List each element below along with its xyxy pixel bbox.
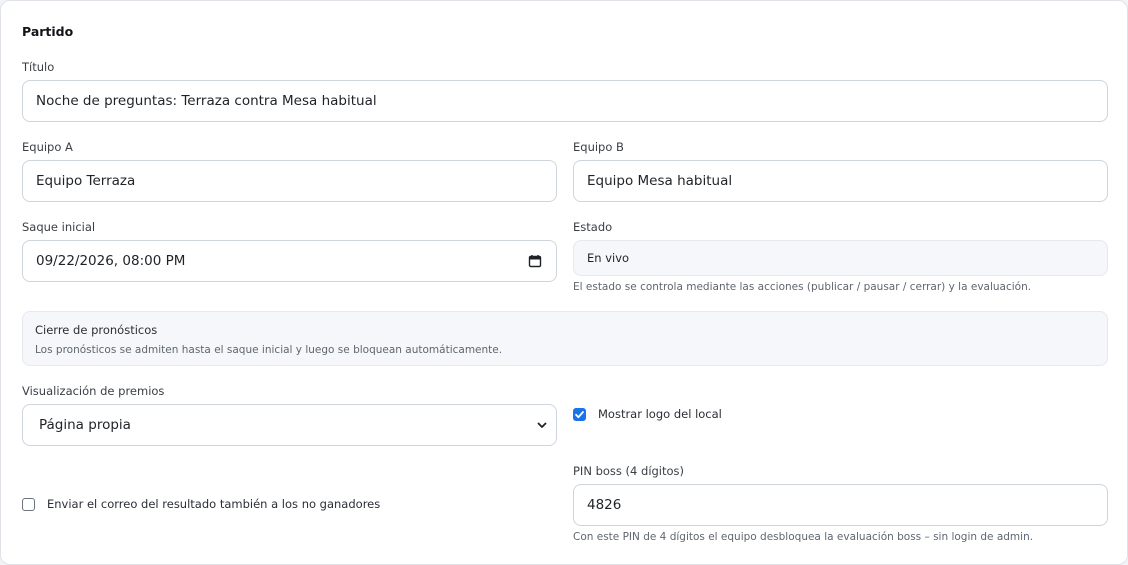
send-email-checkbox[interactable] (22, 497, 35, 511)
team-a-input[interactable]: Equipo Terraza (22, 160, 557, 202)
prize-display-select[interactable]: Página propia (22, 404, 557, 446)
title-label: Título (22, 60, 55, 74)
prediction-cutoff-box: Cierre de pronósticos Los pronósticos se… (22, 311, 1108, 366)
team-b-label: Equipo B (573, 140, 624, 154)
title-input-value: Noche de preguntas: Terraza contra Mesa … (36, 93, 377, 109)
team-a-label: Equipo A (22, 140, 73, 154)
match-form-card: Partido Título Noche de preguntas: Terra… (0, 0, 1128, 565)
pin-label: PIN boss (4 dígitos) (573, 464, 685, 478)
team-b-input[interactable]: Equipo Mesa habitual (573, 160, 1108, 202)
pin-input[interactable]: 4826 (573, 484, 1108, 526)
kickoff-datetime-input[interactable]: 09/22/2026, 08:00 PM (22, 240, 557, 282)
status-field: En vivo (573, 240, 1108, 276)
send-email-label: Enviar el correo del resultado también a… (47, 497, 381, 511)
chevron-down-icon (534, 417, 550, 433)
team-a-input-value: Equipo Terraza (36, 173, 136, 189)
section-title: Partido (22, 24, 74, 39)
status-value: En vivo (587, 251, 630, 265)
pin-help-text: Con este PIN de 4 dígitos el equipo desb… (573, 531, 1034, 543)
kickoff-label: Saque inicial (22, 220, 96, 234)
prize-display-label: Visualización de premios (22, 384, 165, 398)
calendar-icon[interactable] (527, 253, 543, 269)
kickoff-value: 09/22/2026, 08:00 PM (36, 253, 186, 269)
status-help-text: El estado se controla mediante las accio… (573, 281, 1032, 293)
prediction-cutoff-text: Los pronósticos se admiten hasta el saqu… (35, 344, 503, 356)
pin-input-value: 4826 (587, 497, 622, 513)
prize-display-value: Página propia (39, 417, 131, 433)
status-label: Estado (573, 220, 613, 234)
team-b-input-value: Equipo Mesa habitual (587, 173, 733, 189)
show-logo-label: Mostrar logo del local (598, 407, 722, 421)
title-input[interactable]: Noche de preguntas: Terraza contra Mesa … (22, 80, 1108, 122)
show-logo-row[interactable]: Mostrar logo del local (573, 407, 722, 421)
check-icon (575, 410, 584, 418)
show-logo-checkbox[interactable] (573, 407, 586, 421)
prediction-cutoff-title: Cierre de pronósticos (35, 323, 158, 337)
send-email-row[interactable]: Enviar el correo del resultado también a… (22, 497, 380, 511)
